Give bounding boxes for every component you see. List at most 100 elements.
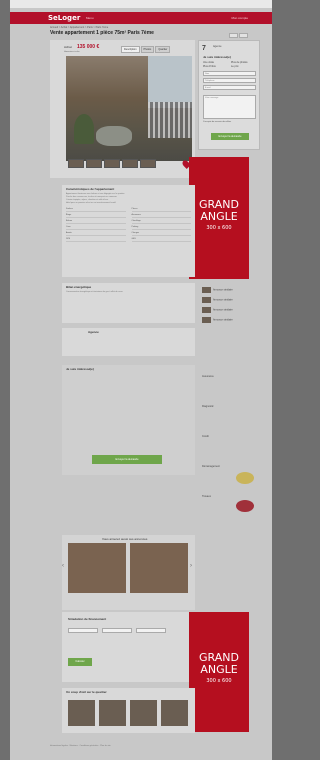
thumbnail[interactable]: [68, 159, 84, 168]
attributes-grid: Surface Pièces Étage Ascenseur Balcon Ch…: [62, 205, 195, 244]
badge-icon: [236, 500, 254, 512]
gallery-image[interactable]: [130, 700, 157, 726]
send-button[interactable]: Envoyer la demande: [211, 133, 249, 140]
price-subtext: Honoraires inclus: [64, 51, 80, 53]
similar-title: Vous aimerez aussi ces annonces: [102, 537, 148, 541]
gallery-image[interactable]: [161, 700, 188, 726]
attribute: Année: [66, 231, 126, 236]
attribute: Ascenseur: [131, 213, 191, 218]
prev-arrow-icon[interactable]: ‹: [62, 563, 64, 569]
page: SeLoger Menu Mon compte Accueil > Achat …: [10, 0, 272, 760]
thumbnail[interactable]: [122, 159, 138, 168]
main-photo[interactable]: [66, 56, 192, 161]
option-visit[interactable]: Une visite: [203, 61, 214, 64]
financing-section: Simulation de financement Calculer: [62, 612, 195, 682]
similar-card[interactable]: [68, 543, 126, 593]
next-arrow-icon[interactable]: ›: [190, 563, 192, 569]
phone-field[interactable]: Téléphone: [203, 78, 256, 83]
ad-size: 300 x 600: [206, 225, 232, 231]
financing-field[interactable]: [136, 628, 166, 633]
breadcrumb[interactable]: Accueil > Achat > Appartement > Paris > …: [50, 26, 108, 29]
photo-plant: [74, 114, 94, 144]
gallery-title: Un coup d'œil sur le quartier: [66, 690, 107, 694]
sidebar-thumb: [202, 317, 211, 323]
sidebar-similar[interactable]: Annonce similaire: [202, 307, 233, 313]
ad-banner-bottom[interactable]: GRAND ANGLE 300 x 600: [189, 612, 249, 732]
sidebar-thumb: [202, 307, 211, 313]
sidebar-similar[interactable]: Annonce similaire: [202, 287, 233, 293]
page-title: Vente appartement 1 pièce 75m² Paris 7èm…: [50, 30, 154, 36]
partner-item[interactable]: Crédit: [202, 435, 209, 438]
share-button[interactable]: [239, 33, 248, 38]
gallery-image[interactable]: [68, 700, 95, 726]
account-link[interactable]: Mon compte: [231, 16, 248, 20]
email-field[interactable]: E-mail: [203, 85, 256, 90]
partner-item[interactable]: Assurance: [202, 375, 214, 378]
agency-card-title[interactable]: Agence: [62, 328, 195, 336]
attribute: DPE: [66, 237, 126, 242]
listing-rubrique: Achat: [64, 45, 72, 49]
calculate-button[interactable]: Calculer: [68, 658, 92, 666]
attribute: GES: [131, 237, 191, 242]
favorite-button[interactable]: [229, 33, 238, 38]
energy-line: Consommation énergétique et émissions de…: [66, 291, 123, 293]
contact-section-title: Je suis intéressé(e): [66, 367, 94, 371]
title-actions: [228, 33, 248, 39]
contact-form: 7 Agence Je suis intéressé(e) Une visite…: [198, 40, 260, 150]
financing-field[interactable]: [68, 628, 98, 633]
agency-name[interactable]: Agence: [213, 45, 221, 48]
agency-card: Agence: [62, 328, 195, 356]
neighborhood-gallery: Un coup d'œil sur le quartier: [62, 688, 195, 733]
tab-description[interactable]: Description: [121, 46, 140, 53]
option-photos[interactable]: Plus de photos: [231, 61, 248, 64]
site-logo[interactable]: SeLoger: [48, 14, 80, 22]
tab-photos[interactable]: Photos: [140, 46, 155, 53]
similar-card[interactable]: [130, 543, 188, 593]
listing-tabs: Description Photos Quartier: [121, 46, 171, 53]
sidebar-label: Annonce similaire: [213, 308, 233, 312]
site-header: SeLoger Menu Mon compte: [10, 12, 272, 24]
attribute: Étage: [66, 213, 126, 218]
photo-railing: [148, 102, 192, 138]
ad-banner-top[interactable]: GRAND ANGLE 300 x 600: [189, 157, 249, 279]
consent-checkbox[interactable]: J'accepte de recevoir des offres: [203, 121, 231, 123]
contact-send-button[interactable]: Envoyer la demande: [92, 455, 162, 464]
contact-section: Je suis intéressé(e) Envoyer la demande: [62, 365, 195, 475]
thumbnail[interactable]: [86, 159, 102, 168]
badge-icon: [236, 472, 254, 484]
energy-title: Bilan énergétique: [66, 285, 92, 289]
sidebar-label: Annonce similaire: [213, 288, 233, 292]
option-info[interactable]: Plus d'infos: [203, 65, 216, 68]
contact-title: Je suis intéressé(e): [203, 55, 231, 59]
partner-item[interactable]: Travaux: [202, 495, 211, 498]
ad-line2: ANGLE: [200, 663, 238, 676]
partner-item[interactable]: Déménagement: [202, 465, 220, 468]
thumbnail[interactable]: [104, 159, 120, 168]
footer[interactable]: Informations légales · Mentions · Condit…: [50, 745, 230, 748]
partner-item[interactable]: Diagnostic: [202, 405, 214, 408]
listing-main: Achat 135 000 € Honoraires inclus Descri…: [50, 40, 195, 178]
sidebar-label: Annonce similaire: [213, 298, 233, 302]
sidebar-thumb: [202, 287, 211, 293]
sidebar-thumb: [202, 297, 211, 303]
attribute: Charges: [131, 231, 191, 236]
message-field[interactable]: Votre message: [203, 95, 256, 119]
sidebar-similar[interactable]: Annonce similaire: [202, 317, 233, 323]
sidebar-similar[interactable]: Annonce similaire: [202, 297, 233, 303]
energy-section: Bilan énergétique Consommation énergétiq…: [62, 283, 195, 323]
gallery-image[interactable]: [99, 700, 126, 726]
financing-field[interactable]: [102, 628, 132, 633]
menu-button[interactable]: Menu: [86, 16, 94, 20]
thumbnail-strip: [68, 159, 158, 168]
option-price[interactable]: Le prix: [231, 65, 239, 68]
characteristics-title: Caractéristiques de l'appartement: [66, 187, 115, 191]
ad-size: 300 x 600: [206, 678, 232, 684]
characteristics-section: Caractéristiques de l'appartement Appart…: [62, 185, 195, 277]
listing-price: 135 000 €: [77, 44, 100, 50]
thumbnail[interactable]: [140, 159, 156, 168]
tab-quartier[interactable]: Quartier: [155, 46, 171, 53]
attribute: Chauffage: [131, 219, 191, 224]
photo-sky: [148, 56, 192, 108]
name-field[interactable]: Nom: [203, 71, 256, 76]
financing-title: Simulation de financement: [68, 617, 107, 621]
